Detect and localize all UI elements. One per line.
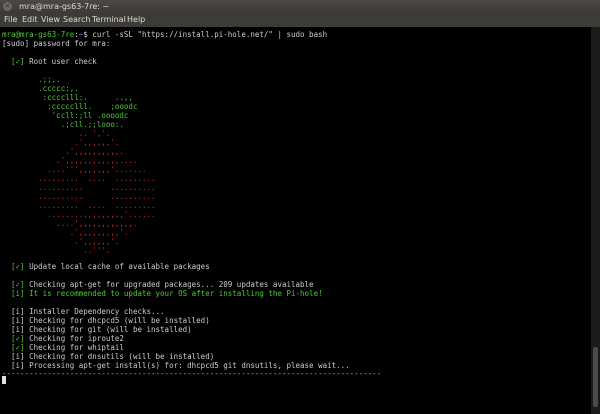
status-text: Checking for dhcpcd5 (will be installed)	[24, 316, 210, 325]
sudo-prompt: [sudo] password for mra:	[2, 39, 111, 48]
terminal-window: × mra@mra-gs63-7re: ~ File Edit View Sea…	[0, 0, 600, 414]
logo-line: ......... .... .........	[2, 201, 156, 210]
logo-line: ....',,,,,,,,,,,,.	[2, 219, 138, 228]
logo-line: ......... .... .........	[2, 174, 156, 183]
apt-check-line: [✓] Checking apt-get for upgraded packag…	[2, 280, 314, 289]
dependency-line: [i] Checking for git (will be installed)	[2, 325, 192, 334]
logo-line: .;cll.;;looo:.	[2, 120, 124, 129]
info-mark: [i]	[11, 325, 25, 334]
logo-line: .;;,.	[2, 75, 61, 84]
close-icon[interactable]: ×	[3, 2, 12, 11]
menu-view[interactable]: View	[41, 13, 60, 27]
dependency-line: [✓] Checking for whiptail	[2, 343, 124, 352]
logo-line: .',,,,,,'.	[2, 237, 120, 246]
status-text: Root user check	[24, 57, 97, 66]
terminal-output[interactable]: mra@mra-gs63-7re:~$ curl -sSL "https://i…	[0, 27, 591, 414]
check-mark: [✓]	[11, 57, 25, 66]
logo-line: .ccccc:,.	[2, 84, 79, 93]
logo-line: :ccccclll. ;ooodc	[2, 102, 138, 111]
command-line: mra@mra-gs63-7re:~$ curl -sSL "https://i…	[2, 30, 327, 39]
status-text: Checking for dnsutils (will be installed…	[24, 352, 215, 361]
status-text: It is recommended to update your OS afte…	[24, 289, 323, 298]
logo-line: .......... ..........	[2, 183, 156, 192]
menu-search[interactable]: Search	[63, 13, 90, 27]
menu-help[interactable]: Help	[127, 13, 145, 27]
scrollbar-thumb[interactable]	[593, 347, 598, 407]
progress-divider: ----------------------------------------…	[2, 369, 382, 378]
status-text: Checking apt-get for upgraded packages..…	[24, 280, 314, 289]
dependency-line: [✓] Checking for iproute2	[2, 334, 124, 343]
check-mark: [✓]	[11, 334, 25, 343]
dependency-line: [i] Checking for dnsutils (will be insta…	[2, 352, 214, 361]
window-title: mra@mra-gs63-7re: ~	[19, 2, 110, 11]
status-text: Update local cache of available packages	[24, 262, 210, 271]
logo-line: ........,,,,,,,,,'......	[2, 210, 156, 219]
check-mark: [✓]	[11, 280, 25, 289]
command-text: curl -sSL "https://install.pi-hole.net/"…	[92, 30, 328, 39]
text-cursor	[2, 376, 6, 384]
logo-line: .',,,,,,,,,'.	[2, 228, 129, 237]
dependency-line: [i] Installer Dependency checks...	[2, 307, 165, 316]
prompt-user: mra@mra-gs63-7re	[2, 30, 75, 39]
info-mark: [i]	[11, 352, 25, 361]
logo-line: .',,,,,,,,,,.	[2, 147, 124, 156]
status-text: Installer Dependency checks...	[24, 307, 165, 316]
menu-bar: File Edit View Search Terminal Help	[0, 13, 600, 27]
scrollbar[interactable]	[591, 27, 600, 414]
recommend-line: [i] It is recommended to update your OS …	[2, 289, 323, 298]
info-mark: [i]	[11, 289, 25, 298]
status-text: Checking for whiptail	[24, 343, 124, 352]
info-mark: [i]	[11, 316, 25, 325]
title-bar[interactable]: × mra@mra-gs63-7re: ~	[0, 0, 600, 13]
info-mark: [i]	[11, 307, 25, 316]
logo-line: .......... ..........	[2, 192, 156, 201]
logo-line: ....''',,,,,,,'.......	[2, 165, 147, 174]
check-mark: [✓]	[11, 262, 25, 271]
update-cache-line: [✓] Update local cache of available pack…	[2, 262, 210, 271]
menu-terminal[interactable]: Terminal	[92, 13, 126, 27]
logo-line: ..'''.	[2, 246, 111, 255]
status-text: Checking for git (will be installed)	[24, 325, 192, 334]
logo-line: .',,,,,,,,,,,,....	[2, 156, 138, 165]
logo-line: :cccclll:. ..,,	[2, 93, 133, 102]
status-text: Checking for iproute2	[24, 334, 124, 343]
logo-line: .',,,,,,'.	[2, 138, 120, 147]
dependency-line: [i] Checking for dhcpcd5 (will be instal…	[2, 316, 210, 325]
logo-line: 'ccll:;ll .oooodc	[2, 111, 129, 120]
menu-file[interactable]: File	[4, 13, 17, 27]
root-check-line: [✓] Root user check	[2, 57, 97, 66]
check-mark: [✓]	[11, 343, 25, 352]
menu-edit[interactable]: Edit	[22, 13, 38, 27]
prompt-symbol: $	[83, 30, 93, 39]
logo-line: .. ','.	[2, 129, 111, 138]
